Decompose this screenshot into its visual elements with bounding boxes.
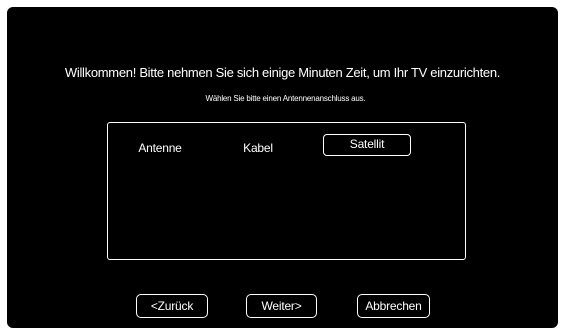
option-antenne[interactable]: Antenne: [130, 137, 190, 159]
back-button[interactable]: <Zurück: [136, 294, 208, 318]
tv-setup-screen: Willkommen! Bitte nehmen Sie sich einige…: [7, 7, 558, 328]
next-button[interactable]: Weiter>: [246, 294, 317, 318]
cancel-button[interactable]: Abbrechen: [357, 294, 430, 318]
welcome-message: Willkommen! Bitte nehmen Sie sich einige…: [64, 65, 501, 80]
antenna-prompt: Wählen Sie bitte einen Antennenanschluss…: [205, 94, 366, 103]
antenna-options-panel: Antenne Kabel Satellit: [107, 122, 466, 260]
option-satellit-selected[interactable]: Satellit: [323, 134, 411, 156]
option-kabel[interactable]: Kabel: [238, 137, 278, 159]
